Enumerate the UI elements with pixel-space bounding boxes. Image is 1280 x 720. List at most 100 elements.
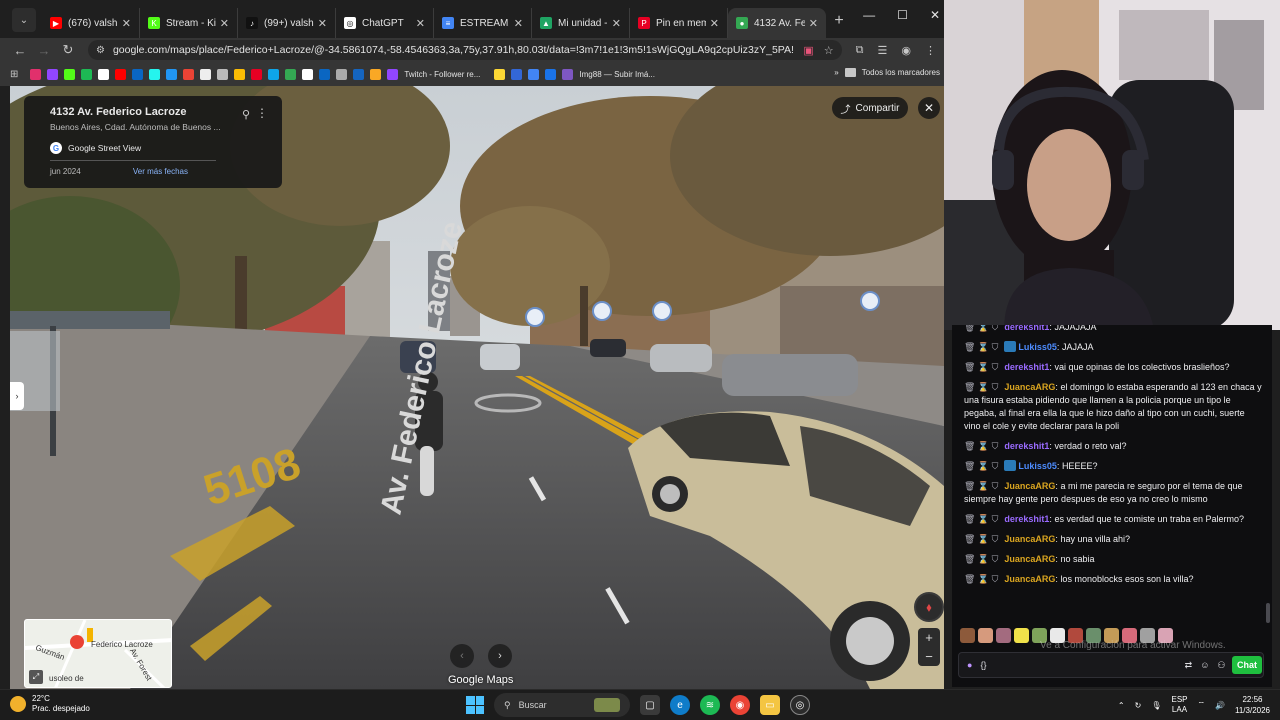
browser-tab[interactable]: ≡ ESTREAM 11/ ✕	[434, 8, 532, 38]
bookmark-favicon-icon[interactable]	[545, 68, 557, 80]
spotify-icon[interactable]: ≋	[700, 695, 720, 715]
bookmark-label[interactable]: Twitch - Follower re...	[404, 70, 480, 79]
chat-send-button[interactable]: Chat	[1232, 656, 1262, 674]
next-arrow-icon[interactable]: ›	[488, 644, 512, 668]
weather-widget[interactable]: 22°C Prac. despejado	[10, 694, 90, 714]
close-window-icon[interactable]: ✕	[930, 8, 940, 22]
bookmark-favicon-icon[interactable]	[217, 68, 229, 80]
minimize-icon[interactable]: —	[863, 8, 875, 22]
bookmark-favicon-icon[interactable]	[387, 68, 399, 80]
share-button[interactable]: ⤴ Compartir	[832, 97, 908, 119]
bookmark-favicon-icon[interactable]	[494, 68, 506, 80]
bookmark-star-icon[interactable]: ☆	[824, 44, 834, 57]
translate-icon[interactable]: ⇄	[1185, 660, 1193, 671]
chat-username[interactable]: JuancaARG	[1004, 481, 1055, 491]
emoji-icon[interactable]: ☺	[1200, 660, 1209, 670]
tab-close-icon[interactable]: ✕	[514, 17, 523, 30]
all-bookmarks-link[interactable]: Todos los marcadores	[862, 68, 940, 77]
chat-username[interactable]: JuancaARG	[1004, 534, 1055, 544]
minimap[interactable]: Federico Lacroze Guzmán usoleo de Av. Fo…	[24, 619, 172, 688]
chat-username[interactable]: Lukiss05	[1018, 461, 1057, 471]
chat-username[interactable]: JuancaARG	[1004, 382, 1055, 392]
omnibox[interactable]: ⚙ google.com/maps/place/Federico+Lacroze…	[88, 40, 842, 60]
browser-tab[interactable]: ▲ Mi unidad - G ✕	[532, 8, 630, 38]
tab-close-icon[interactable]: ✕	[220, 17, 229, 30]
mic-icon[interactable]: ●	[967, 660, 972, 670]
chat-username[interactable]: JuancaARG	[1004, 574, 1055, 584]
close-street-view-button[interactable]: ✕	[918, 97, 940, 119]
cast-icon[interactable]: ▣	[803, 44, 813, 57]
bookmark-label[interactable]: Img88 — Subir Imá...	[579, 70, 655, 79]
menu-dots-icon[interactable]: ⋮	[925, 44, 936, 57]
moderator-badges-icon[interactable]: 🗑 ⌛ ⛉	[964, 381, 998, 394]
bookmark-favicon-icon[interactable]	[353, 68, 365, 80]
language-indicator[interactable]: ESP LAA	[1171, 695, 1187, 715]
side-panel-toggle[interactable]: ›	[10, 382, 24, 410]
users-icon[interactable]: ⚇	[1217, 660, 1225, 671]
taskbar-search[interactable]: ⚲ Buscar	[494, 693, 630, 717]
forward-icon[interactable]: →	[32, 43, 56, 58]
bookmark-favicon-icon[interactable]	[370, 68, 382, 80]
browser-tab[interactable]: ♪ (99+) valshit ✕	[238, 8, 336, 38]
bookmark-favicon-icon[interactable]	[98, 68, 110, 80]
chat-username[interactable]: derekshit1	[1004, 325, 1049, 332]
previous-arrow-icon[interactable]: ‹	[450, 644, 474, 668]
bookmark-favicon-icon[interactable]	[132, 68, 144, 80]
tab-close-icon[interactable]: ✕	[710, 17, 719, 30]
browser-tab[interactable]: K Stream - Kick ✕	[140, 8, 238, 38]
moderator-badges-icon[interactable]: 🗑 ⌛ ⛉	[964, 480, 998, 493]
reload-icon[interactable]: ↻	[56, 42, 80, 58]
moderator-badges-icon[interactable]: 🗑 ⌛ ⛉	[964, 440, 998, 453]
tab-close-icon[interactable]: ✕	[612, 17, 621, 30]
more-options-icon[interactable]: ⋮	[256, 106, 268, 120]
browser-tab[interactable]: ▶ (676) valshit ✕	[42, 8, 140, 38]
bookmark-favicon-icon[interactable]	[302, 68, 314, 80]
extensions-icon[interactable]: ⧉	[856, 44, 864, 57]
tray-overflow-icon[interactable]: ⌃	[1118, 701, 1125, 710]
moderator-badges-icon[interactable]: 🗑 ⌛ ⛉	[964, 460, 998, 473]
bookmark-favicon-icon[interactable]	[319, 68, 331, 80]
moderator-badges-icon[interactable]: 🗑 ⌛ ⛉	[964, 341, 998, 354]
mic-tray-icon[interactable]: 🎙	[1151, 701, 1161, 710]
bookmark-favicon-icon[interactable]	[528, 68, 540, 80]
bookmark-favicon-icon[interactable]	[562, 68, 574, 80]
emote-icon[interactable]	[996, 628, 1011, 643]
tab-close-icon[interactable]: ✕	[809, 17, 818, 30]
tab-search-button[interactable]: ⌄	[12, 8, 36, 32]
bookmark-favicon-icon[interactable]	[64, 68, 76, 80]
bookmark-favicon-icon[interactable]	[511, 68, 523, 80]
reading-list-icon[interactable]: ☰	[878, 44, 888, 57]
compass-icon[interactable]: ⬧	[914, 592, 944, 622]
map-pin-icon[interactable]: ⚲	[242, 108, 250, 121]
bookmark-favicon-icon[interactable]	[336, 68, 348, 80]
back-icon[interactable]: ←	[8, 43, 32, 58]
start-icon[interactable]	[466, 696, 484, 714]
bookmark-favicon-icon[interactable]	[166, 68, 178, 80]
bookmark-favicon-icon[interactable]	[81, 68, 93, 80]
chat-username[interactable]: derekshit1	[1004, 441, 1049, 451]
chat-username[interactable]: derekshit1	[1004, 362, 1049, 372]
bookmark-favicon-icon[interactable]	[183, 68, 195, 80]
bookmark-favicon-icon[interactable]	[115, 68, 127, 80]
bookmark-favicon-icon[interactable]	[251, 68, 263, 80]
chat-username[interactable]: derekshit1	[1004, 514, 1049, 524]
browser-tab[interactable]: ◎ ChatGPT ✕	[336, 8, 434, 38]
zoom-out-icon[interactable]: −	[925, 649, 933, 664]
chat-username[interactable]: JuancaARG	[1004, 554, 1055, 564]
bookmark-favicon-icon[interactable]	[47, 68, 59, 80]
sync-icon[interactable]: ↻	[1135, 701, 1142, 710]
see-more-dates-link[interactable]: Ver más fechas	[133, 167, 188, 176]
browser-tab[interactable]: P Pin en meme ✕	[630, 8, 728, 38]
emote-icon[interactable]	[1014, 628, 1029, 643]
moderator-badges-icon[interactable]: 🗑 ⌛ ⛉	[964, 533, 998, 546]
maximize-icon[interactable]: ☐	[897, 8, 908, 22]
site-info-icon[interactable]: ⚙	[96, 45, 105, 56]
chat-input[interactable]: ● {} ⇄ ☺ ⚇ ⌂ ⚙	[958, 652, 1264, 678]
emote-icon[interactable]	[978, 628, 993, 643]
edge-icon[interactable]: e	[670, 695, 690, 715]
emote-icon[interactable]	[960, 628, 975, 643]
bookmark-favicon-icon[interactable]	[234, 68, 246, 80]
moderator-badges-icon[interactable]: 🗑 ⌛ ⛉	[964, 513, 998, 526]
bookmark-favicon-icon[interactable]	[200, 68, 212, 80]
profile-avatar-icon[interactable]: ◉	[901, 44, 911, 57]
